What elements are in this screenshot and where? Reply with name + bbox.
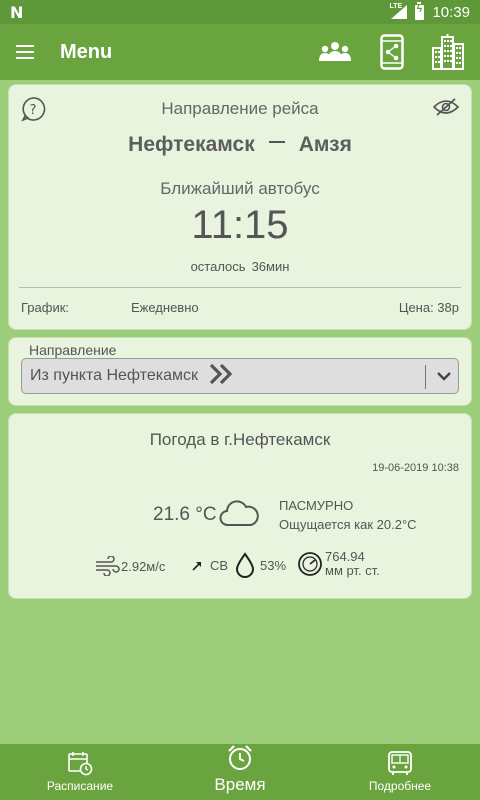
- route-to: Амзя: [298, 133, 352, 156]
- schedule-value: Ежедневно: [131, 300, 199, 315]
- trip-card: ? Направление рейса Нефтекамск Амзя Ближа…: [8, 84, 472, 330]
- weather-condition: ПАСМУРНО: [279, 498, 354, 513]
- next-bus-time: 11:15: [191, 203, 289, 247]
- nav-schedule-label: Расписание: [46, 779, 114, 793]
- next-bus-label: Ближайший автобус: [160, 179, 320, 198]
- battery-icon: ϟ: [415, 1, 425, 20]
- gauge-icon: [298, 552, 322, 576]
- nav-time[interactable]: Время: [170, 744, 310, 800]
- direction-select[interactable]: Из пункта Нефтекамск: [21, 358, 459, 394]
- weather-title: Погода в г.Нефтекамск: [149, 430, 331, 449]
- chevron-down-icon[interactable]: [436, 369, 452, 388]
- wind-direction: СВ: [210, 558, 229, 573]
- humidity: 53%: [260, 557, 287, 573]
- people-icon[interactable]: [318, 40, 352, 64]
- nav-time-label: Время: [214, 775, 266, 794]
- pressure-unit: мм рт. ст.: [325, 563, 380, 578]
- wind-direction-item: СВ: [191, 558, 228, 573]
- route-header: Направление рейса: [161, 99, 319, 118]
- nav-details[interactable]: Подробнее: [330, 744, 470, 800]
- signal-icon: LTE: [389, 3, 408, 19]
- schedule-label: График:: [21, 300, 70, 315]
- wind-speed: 2.92м/с: [121, 558, 166, 574]
- wind-icon: [96, 556, 120, 576]
- drop-icon: [235, 552, 255, 578]
- price: Цена: 38р: [398, 300, 459, 315]
- alarm-clock-icon: [226, 744, 254, 777]
- route-title: Нефтекамск Амзя: [9, 133, 471, 157]
- wind-speed-item: 2.92м/с: [95, 556, 165, 576]
- route-from: Нефтекамск: [128, 133, 255, 156]
- menu-icon[interactable]: [16, 45, 34, 59]
- network-type: LTE: [389, 3, 403, 10]
- weather-card: Погода в г.Нефтекамск 19-06-2019 10:38 2…: [8, 413, 472, 599]
- humidity-item: 53%: [235, 552, 286, 578]
- bus-icon: [387, 750, 413, 781]
- divider: [19, 287, 461, 288]
- weather-datetime: 19-06-2019 10:38: [372, 462, 459, 474]
- pressure-value: 764.94: [325, 549, 365, 564]
- select-separator: [425, 365, 426, 389]
- app-title: Menu: [60, 40, 113, 63]
- clock: 10:39: [432, 3, 470, 21]
- share-phone-icon[interactable]: [380, 34, 404, 70]
- pressure: 764.94 мм рт. ст.: [325, 550, 380, 578]
- direction-label: Направление: [29, 342, 117, 358]
- bottom-nav: Расписание Время Подробнее: [0, 744, 480, 800]
- feels-like: Ощущается как 20.2°C: [279, 517, 417, 532]
- nav-details-label: Подробнее: [368, 779, 432, 793]
- direction-card: Направление Из пункта Нефтекамск: [8, 337, 472, 406]
- cloud-icon: [219, 498, 259, 533]
- calendar-clock-icon: [67, 750, 93, 781]
- remaining-time: осталось 36мин: [9, 259, 471, 274]
- route-dash: [268, 141, 285, 144]
- temperature: 21.6 °C: [153, 504, 217, 525]
- status-bar: N LTE ϟ 10:39: [0, 0, 480, 24]
- direction-value: Из пункта Нефтекамск: [30, 367, 199, 384]
- pressure-item: 764.94 мм рт. ст.: [297, 550, 380, 578]
- remaining-label: осталось: [190, 259, 246, 274]
- remaining-value: 36мин: [251, 259, 290, 274]
- city-icon[interactable]: [432, 34, 464, 70]
- notification-icon: N: [10, 2, 24, 22]
- nav-schedule[interactable]: Расписание: [10, 744, 150, 800]
- double-chevron-right-icon: [208, 363, 234, 390]
- app-bar: Menu: [0, 24, 480, 80]
- arrow-northeast-icon: [192, 561, 201, 571]
